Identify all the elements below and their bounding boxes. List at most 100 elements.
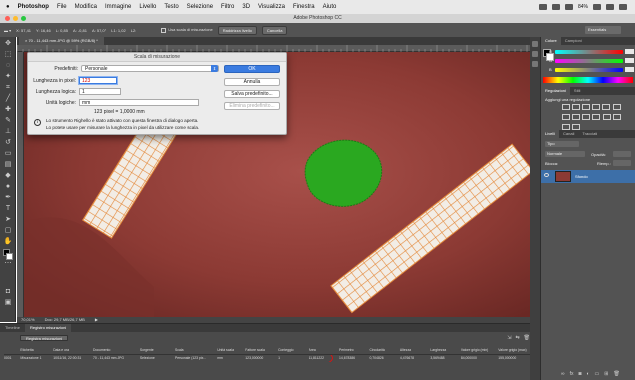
column-header[interactable]: Larghezza [430,346,461,355]
fx-icon[interactable]: fx [570,371,574,377]
brush-tool-icon[interactable]: ✎ [3,117,13,125]
column-header[interactable]: Sorgente [139,346,176,355]
tab-styles[interactable]: Stili [570,87,584,95]
record-measurements-button[interactable]: Registra misurazioni [20,335,69,341]
menu-window[interactable]: Finestra [293,4,315,10]
posterize-icon[interactable] [613,114,622,120]
status-icon[interactable] [551,4,560,10]
red-slider[interactable] [555,50,623,54]
tab-adjustments[interactable]: Regolazioni [541,87,570,95]
magic-wand-tool-icon[interactable]: ✦ [3,73,13,81]
blend-mode-select[interactable]: Normale [545,151,585,157]
history-panel-icon[interactable] [532,41,538,47]
zoom-window-button[interactable] [21,16,26,21]
type-tool-icon[interactable]: T [3,205,13,213]
folder-icon[interactable]: ▭ [595,371,600,377]
column-header[interactable]: Documento [93,346,140,355]
menu-file[interactable]: File [57,4,67,10]
trash-icon[interactable]: 🗑 [613,371,619,377]
menu-help[interactable]: Aiuto [323,4,337,10]
balance-icon[interactable] [562,114,570,120]
mixer-icon[interactable] [592,114,600,120]
properties-panel-icon[interactable] [532,51,538,57]
minimize-window-button[interactable] [13,16,18,21]
close-window-button[interactable] [5,16,10,21]
workspace-select[interactable]: Essentials [585,26,621,34]
gradient-tool-icon[interactable]: ▤ [3,161,13,169]
green-slider[interactable] [555,59,623,63]
table-row[interactable]: 0001 Misurazione 1 10/11/16, 22:00:31 70… [4,354,536,362]
path-select-tool-icon[interactable]: ➤ [3,216,13,224]
tab-layers[interactable]: Livelli [541,130,560,138]
shape-tool-icon[interactable]: ▢ [3,227,13,235]
straighten-layer-button[interactable]: Raddrizza livello [217,25,257,35]
cancel-button[interactable]: Annulla [224,78,280,86]
quick-mask-icon[interactable]: ◘ [3,288,13,296]
apple-icon[interactable]: ● [6,4,10,10]
menu-list-icon[interactable] [619,4,627,10]
exposure-icon[interactable] [592,104,600,110]
eraser-tool-icon[interactable]: ▭ [3,150,13,158]
preset-select[interactable]: Personale ⇕ [81,65,219,72]
opacity-field[interactable] [613,151,631,157]
blue-value-field[interactable] [625,67,634,72]
tab-swatches[interactable]: Campioni [561,37,586,45]
column-header[interactable]: Scala [175,346,218,355]
new-layer-icon[interactable]: ⊞ [604,371,608,377]
menu-view[interactable]: Visualizza [258,4,285,10]
adjust-layer-icon[interactable]: ◐ [587,371,590,377]
history-brush-icon[interactable]: ↺ [3,139,13,147]
menu-3d[interactable]: 3D [242,4,250,10]
column-header[interactable]: Circolarità [369,346,400,355]
export-icon[interactable]: ⇲ [507,335,511,341]
menu-layer[interactable]: Livello [139,4,156,10]
use-scale-checkbox[interactable] [161,27,167,33]
more-tools-icon[interactable]: ⋯ [3,260,13,268]
ruler-tool-icon[interactable]: ╱ [3,95,13,103]
use-scale-checkbox-wrap[interactable]: Usa scala di misurazione [161,27,213,33]
red-value-field[interactable] [625,49,634,54]
battery-icon[interactable] [593,4,601,10]
column-header[interactable]: Data e ora [53,346,94,355]
menu-app[interactable]: Photoshop [18,4,49,10]
eye-icon[interactable] [544,173,549,177]
mask-icon[interactable]: ◙ [578,371,581,377]
logical-length-input[interactable]: 1 [79,88,121,95]
background-color-swatch[interactable] [6,253,13,260]
logical-units-input[interactable]: mm [79,99,199,106]
healing-tool-icon[interactable]: ✚ [3,106,13,114]
invert-icon[interactable] [603,114,612,120]
menu-edit[interactable]: Modifica [75,4,97,10]
clear-button[interactable]: Cancella [261,25,288,35]
vibrance-icon[interactable] [602,104,610,110]
crop-tool-icon[interactable]: ⌗ [3,84,13,92]
screen-mode-icon[interactable]: ▣ [3,299,13,307]
save-preset-button[interactable]: Salva predefinito... [224,90,280,98]
color-spectrum[interactable] [543,77,633,83]
wifi-icon[interactable] [564,4,573,10]
column-header[interactable]: Conteggio [278,346,309,355]
menu-image[interactable]: Immagine [105,4,131,10]
dodge-tool-icon[interactable]: ● [3,183,13,191]
delete-preset-button[interactable]: Elimina predefinito... [224,102,280,110]
move-tool-icon[interactable]: ✥ [3,40,13,48]
status-icon[interactable] [538,4,547,10]
tab-measurement-log[interactable]: Registro misurazioni [24,324,72,332]
column-header[interactable]: Area [308,346,339,355]
layer-kind-filter[interactable]: Tipo [545,141,579,147]
pixel-length-input[interactable]: 123 [79,77,117,84]
marquee-tool-icon[interactable]: ⬚ [3,51,13,59]
tab-paths[interactable]: Tracciati [578,130,601,138]
levels-icon[interactable] [572,104,580,110]
fill-field[interactable] [613,160,631,166]
tab-channels[interactable]: Canali [559,130,578,138]
ok-button[interactable]: OK [224,65,280,73]
green-value-field[interactable] [625,58,634,63]
column-header[interactable]: Valore grigio (min) [460,346,499,355]
stamp-tool-icon[interactable]: ⊥ [3,128,13,136]
blur-tool-icon[interactable]: ◆ [3,172,13,180]
blue-slider[interactable] [555,68,623,72]
photo-filter-icon[interactable] [582,114,590,120]
curves-icon[interactable] [582,104,590,110]
bw-icon[interactable] [572,114,580,120]
